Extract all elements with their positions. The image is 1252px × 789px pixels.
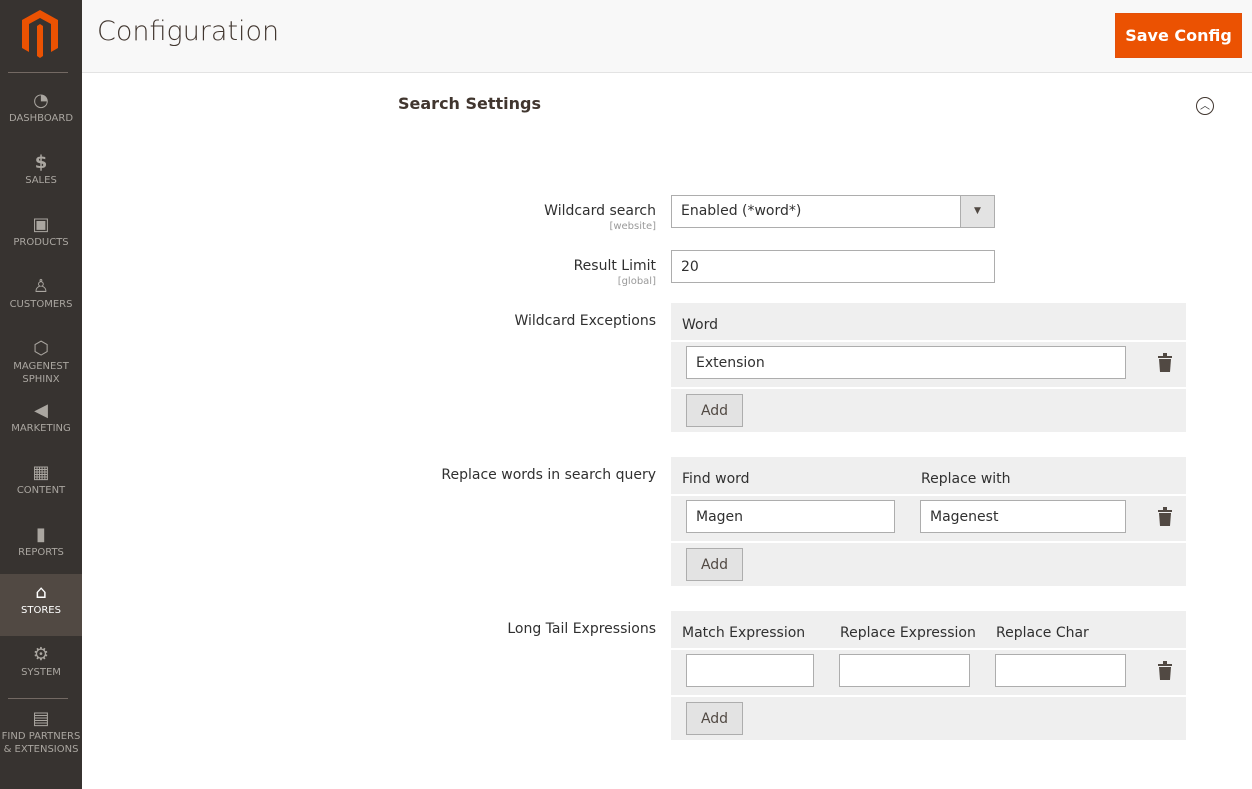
divider xyxy=(671,387,1186,389)
collapse-icon[interactable]: ︿ xyxy=(1196,97,1214,115)
divider xyxy=(8,72,68,73)
nav-find-partners[interactable]: ▤ FIND PARTNERS & EXTENSIONS xyxy=(0,700,82,770)
find-word-input[interactable] xyxy=(686,500,895,533)
layout-icon: ▦ xyxy=(32,462,50,483)
wildcard-search-select[interactable]: Enabled (*word*) xyxy=(671,195,995,228)
dashboard-icon: ◔ xyxy=(33,90,49,111)
long-tail-label: Long Tail Expressions xyxy=(507,621,656,637)
column-header: Match Expression xyxy=(682,625,806,641)
trash-icon[interactable] xyxy=(1158,661,1172,681)
section-title[interactable]: Search Settings xyxy=(398,94,541,113)
result-limit-scope: [global] xyxy=(617,276,656,287)
wildcard-exceptions-table: Word Add xyxy=(671,303,1186,432)
nav-customers[interactable]: ♙ CUSTOMERS xyxy=(0,268,82,330)
result-limit-label: Result Limit xyxy=(573,258,656,274)
megaphone-icon: ◀ xyxy=(34,400,48,421)
column-header: Find word xyxy=(682,471,750,487)
result-limit-input[interactable] xyxy=(671,250,995,283)
trash-icon[interactable] xyxy=(1158,507,1172,527)
nav-label: CUSTOMERS xyxy=(9,299,73,310)
add-button[interactable]: Add xyxy=(686,702,743,735)
nav-label: DASHBOARD xyxy=(8,113,74,124)
chevron-down-icon[interactable]: ▼ xyxy=(960,196,994,227)
replace-expression-input[interactable] xyxy=(839,654,970,687)
person-icon: ♙ xyxy=(32,276,50,297)
hexagon-icon: ⬡ xyxy=(33,338,49,359)
match-expression-input[interactable] xyxy=(686,654,814,687)
divider xyxy=(8,698,68,699)
blocks-icon: ▤ xyxy=(32,708,50,729)
nav-sales[interactable]: $ SALES xyxy=(0,144,82,206)
long-tail-table: Match Expression Replace Expression Repl… xyxy=(671,611,1186,740)
nav-stores[interactable]: ⌂ STORES xyxy=(0,574,82,636)
nav-label: REPORTS xyxy=(18,547,64,558)
word-input[interactable] xyxy=(686,346,1126,379)
column-header: Word xyxy=(682,317,718,333)
nav-label: STORES xyxy=(21,605,61,616)
nav-label: CONTENT xyxy=(16,485,66,496)
divider xyxy=(671,494,1186,496)
nav-label: PRODUCTS xyxy=(13,237,69,248)
replace-words-table: Find word Replace with Add xyxy=(671,457,1186,586)
column-header: Replace with xyxy=(921,471,1011,487)
dollar-icon: $ xyxy=(34,152,48,173)
nav-label: MAGENEST SPHINX xyxy=(13,361,69,385)
column-header: Replace Char xyxy=(996,625,1089,641)
nav-products[interactable]: ▣ PRODUCTS xyxy=(0,206,82,268)
nav-reports[interactable]: ▮ REPORTS xyxy=(0,516,82,578)
nav-label: FIND PARTNERS & EXTENSIONS xyxy=(1,731,81,755)
nav-magenest-sphinx[interactable]: ⬡ MAGENEST SPHINX xyxy=(0,330,82,392)
save-config-button[interactable]: Save Config xyxy=(1115,13,1242,58)
box-icon: ▣ xyxy=(32,214,50,235)
store-icon: ⌂ xyxy=(35,582,47,603)
nav-label: SYSTEM xyxy=(21,667,61,678)
divider xyxy=(671,695,1186,697)
trash-icon[interactable] xyxy=(1158,353,1172,373)
wildcard-scope: [website] xyxy=(609,221,656,232)
nav-label: MARKETING xyxy=(11,423,71,434)
bar-chart-icon: ▮ xyxy=(36,524,46,545)
nav-dashboard[interactable]: ◔ DASHBOARD xyxy=(0,82,82,144)
nav-system[interactable]: ⚙ SYSTEM xyxy=(0,636,82,698)
replace-words-label: Replace words in search query xyxy=(441,467,656,483)
page-title: Configuration xyxy=(97,16,280,47)
nav-marketing[interactable]: ◀ MARKETING xyxy=(0,392,82,454)
replace-char-input[interactable] xyxy=(995,654,1126,687)
sidebar: ◔ DASHBOARD $ SALES ▣ PRODUCTS ♙ CUSTOMERS ⬡… xyxy=(0,0,82,789)
add-button[interactable]: Add xyxy=(686,394,743,427)
nav-label: SALES xyxy=(25,175,57,186)
divider xyxy=(671,340,1186,342)
gear-icon: ⚙ xyxy=(32,644,50,665)
divider xyxy=(671,648,1186,650)
column-header: Replace Expression xyxy=(840,625,976,641)
nav-content[interactable]: ▦ CONTENT xyxy=(0,454,82,516)
wildcard-search-label: Wildcard search xyxy=(544,203,656,219)
add-button[interactable]: Add xyxy=(686,548,743,581)
page-header: Configuration Save Config xyxy=(82,0,1252,73)
magento-logo[interactable] xyxy=(20,10,60,60)
wildcard-exceptions-label: Wildcard Exceptions xyxy=(514,313,656,329)
replace-with-input[interactable] xyxy=(920,500,1126,533)
divider xyxy=(671,541,1186,543)
